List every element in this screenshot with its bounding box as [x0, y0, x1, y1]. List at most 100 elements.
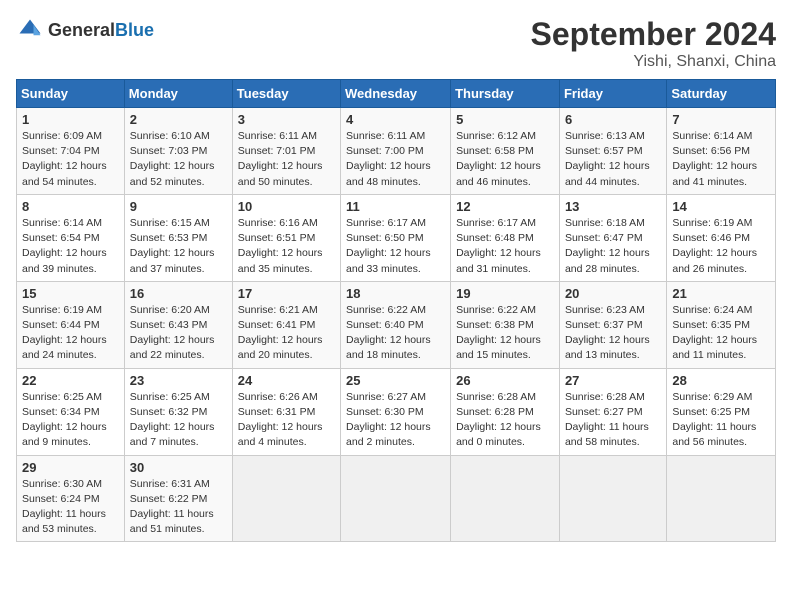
day-info: Sunrise: 6:15 AMSunset: 6:53 PMDaylight:… — [130, 216, 227, 277]
day-number: 28 — [672, 373, 770, 388]
calendar-day-cell: 18 Sunrise: 6:22 AMSunset: 6:40 PMDayligh… — [341, 281, 451, 368]
day-number: 5 — [456, 112, 554, 127]
calendar-day-cell: 24 Sunrise: 6:26 AMSunset: 6:31 PMDayligh… — [232, 368, 340, 455]
day-number: 3 — [238, 112, 335, 127]
day-info: Sunrise: 6:29 AMSunset: 6:25 PMDaylight:… — [672, 390, 770, 451]
day-info: Sunrise: 6:20 AMSunset: 6:43 PMDaylight:… — [130, 303, 227, 364]
day-number: 2 — [130, 112, 227, 127]
day-number: 8 — [22, 199, 119, 214]
day-info: Sunrise: 6:21 AMSunset: 6:41 PMDaylight:… — [238, 303, 335, 364]
day-info: Sunrise: 6:27 AMSunset: 6:30 PMDaylight:… — [346, 390, 445, 451]
calendar-day-cell: 25 Sunrise: 6:27 AMSunset: 6:30 PMDayligh… — [341, 368, 451, 455]
calendar-day-cell: 4Sunrise: 6:11 AMSunset: 7:00 PMDaylight… — [341, 108, 451, 195]
day-info: Sunrise: 6:18 AMSunset: 6:47 PMDaylight:… — [565, 216, 661, 277]
day-number: 13 — [565, 199, 661, 214]
calendar-day-cell — [667, 455, 776, 542]
weekday-header: Tuesday — [232, 80, 340, 108]
calendar-day-cell: 23 Sunrise: 6:25 AMSunset: 6:32 PMDayligh… — [124, 368, 232, 455]
day-info: Sunrise: 6:14 AMSunset: 6:54 PMDaylight:… — [22, 216, 119, 277]
calendar-day-cell: 15 Sunrise: 6:19 AMSunset: 6:44 PMDayligh… — [17, 281, 125, 368]
weekday-header: Sunday — [17, 80, 125, 108]
day-number: 17 — [238, 286, 335, 301]
day-info: Sunrise: 6:31 AMSunset: 6:22 PMDaylight:… — [130, 477, 227, 538]
day-info: Sunrise: 6:19 AMSunset: 6:44 PMDaylight:… — [22, 303, 119, 364]
day-number: 9 — [130, 199, 227, 214]
calendar-day-cell: 2 Sunrise: 6:10 AMSunset: 7:03 PMDaylight… — [124, 108, 232, 195]
calendar-table: SundayMondayTuesdayWednesdayThursdayFrid… — [16, 79, 776, 542]
day-info: Sunrise: 6:17 AMSunset: 6:48 PMDaylight:… — [456, 216, 554, 277]
weekday-header: Friday — [559, 80, 666, 108]
day-number: 16 — [130, 286, 227, 301]
day-number: 7 — [672, 112, 770, 127]
day-number: 20 — [565, 286, 661, 301]
day-number: 15 — [22, 286, 119, 301]
calendar-day-cell: 10 Sunrise: 6:16 AMSunset: 6:51 PMDayligh… — [232, 194, 340, 281]
day-info: Sunrise: 6:17 AMSunset: 6:50 PMDaylight:… — [346, 216, 445, 277]
day-number: 19 — [456, 286, 554, 301]
day-info: Sunrise: 6:22 AMSunset: 6:40 PMDaylight:… — [346, 303, 445, 364]
day-info: Sunrise: 6:19 AMSunset: 6:46 PMDaylight:… — [672, 216, 770, 277]
weekday-header: Thursday — [451, 80, 560, 108]
day-number: 21 — [672, 286, 770, 301]
day-info: Sunrise: 6:24 AMSunset: 6:35 PMDaylight:… — [672, 303, 770, 364]
calendar-day-cell: 16 Sunrise: 6:20 AMSunset: 6:43 PMDayligh… — [124, 281, 232, 368]
calendar-day-cell: 1Sunrise: 6:09 AMSunset: 7:04 PMDaylight… — [17, 108, 125, 195]
calendar-week-row: 22 Sunrise: 6:25 AMSunset: 6:34 PMDayligh… — [17, 368, 776, 455]
day-number: 23 — [130, 373, 227, 388]
calendar-day-cell: 30 Sunrise: 6:31 AMSunset: 6:22 PMDayligh… — [124, 455, 232, 542]
calendar-day-cell: 9 Sunrise: 6:15 AMSunset: 6:53 PMDaylight… — [124, 194, 232, 281]
day-info: Sunrise: 6:25 AMSunset: 6:32 PMDaylight:… — [130, 390, 227, 451]
calendar-day-cell: 8 Sunrise: 6:14 AMSunset: 6:54 PMDaylight… — [17, 194, 125, 281]
day-number: 30 — [130, 460, 227, 475]
logo: GeneralBlue — [16, 16, 154, 44]
day-info: Sunrise: 6:12 AMSunset: 6:58 PMDaylight:… — [456, 129, 554, 190]
day-number: 27 — [565, 373, 661, 388]
day-info: Sunrise: 6:16 AMSunset: 6:51 PMDaylight:… — [238, 216, 335, 277]
calendar-day-cell: 28 Sunrise: 6:29 AMSunset: 6:25 PMDayligh… — [667, 368, 776, 455]
day-info: Sunrise: 6:23 AMSunset: 6:37 PMDaylight:… — [565, 303, 661, 364]
title-block: September 2024 Yishi, Shanxi, China — [531, 16, 776, 71]
calendar-week-row: 8 Sunrise: 6:14 AMSunset: 6:54 PMDaylight… — [17, 194, 776, 281]
day-number: 12 — [456, 199, 554, 214]
calendar-day-cell: 11 Sunrise: 6:17 AMSunset: 6:50 PMDayligh… — [341, 194, 451, 281]
location-title: Yishi, Shanxi, China — [531, 53, 776, 71]
calendar-day-cell: 6Sunrise: 6:13 AMSunset: 6:57 PMDaylight… — [559, 108, 666, 195]
day-info: Sunrise: 6:28 AMSunset: 6:28 PMDaylight:… — [456, 390, 554, 451]
day-info: Sunrise: 6:22 AMSunset: 6:38 PMDaylight:… — [456, 303, 554, 364]
month-title: September 2024 — [531, 16, 776, 53]
calendar-day-cell: 13 Sunrise: 6:18 AMSunset: 6:47 PMDayligh… — [559, 194, 666, 281]
day-number: 24 — [238, 373, 335, 388]
calendar-day-cell: 3 Sunrise: 6:11 AMSunset: 7:01 PMDaylight… — [232, 108, 340, 195]
day-info: Sunrise: 6:11 AMSunset: 7:01 PMDaylight:… — [238, 129, 335, 190]
day-number: 25 — [346, 373, 445, 388]
calendar-week-row: 15 Sunrise: 6:19 AMSunset: 6:44 PMDayligh… — [17, 281, 776, 368]
calendar-day-cell: 14 Sunrise: 6:19 AMSunset: 6:46 PMDayligh… — [667, 194, 776, 281]
day-info: Sunrise: 6:25 AMSunset: 6:34 PMDaylight:… — [22, 390, 119, 451]
calendar-week-row: 1Sunrise: 6:09 AMSunset: 7:04 PMDaylight… — [17, 108, 776, 195]
day-number: 10 — [238, 199, 335, 214]
day-number: 18 — [346, 286, 445, 301]
calendar-day-cell — [232, 455, 340, 542]
day-info: Sunrise: 6:11 AMSunset: 7:00 PMDaylight:… — [346, 129, 445, 190]
calendar-day-cell: 29 Sunrise: 6:30 AMSunset: 6:24 PMDayligh… — [17, 455, 125, 542]
day-info: Sunrise: 6:14 AMSunset: 6:56 PMDaylight:… — [672, 129, 770, 190]
calendar-day-cell: 5 Sunrise: 6:12 AMSunset: 6:58 PMDaylight… — [451, 108, 560, 195]
calendar-day-cell: 19 Sunrise: 6:22 AMSunset: 6:38 PMDayligh… — [451, 281, 560, 368]
day-number: 22 — [22, 373, 119, 388]
calendar-day-cell — [559, 455, 666, 542]
weekday-header: Saturday — [667, 80, 776, 108]
logo-icon — [16, 16, 44, 44]
day-number: 29 — [22, 460, 119, 475]
day-info: Sunrise: 6:10 AMSunset: 7:03 PMDaylight:… — [130, 129, 227, 190]
calendar-day-cell: 12 Sunrise: 6:17 AMSunset: 6:48 PMDayligh… — [451, 194, 560, 281]
day-number: 14 — [672, 199, 770, 214]
day-info: Sunrise: 6:30 AMSunset: 6:24 PMDaylight:… — [22, 477, 119, 538]
day-number: 26 — [456, 373, 554, 388]
day-info: Sunrise: 6:26 AMSunset: 6:31 PMDaylight:… — [238, 390, 335, 451]
calendar-day-cell: 26 Sunrise: 6:28 AMSunset: 6:28 PMDayligh… — [451, 368, 560, 455]
day-number: 11 — [346, 199, 445, 214]
logo-blue-text: Blue — [115, 20, 154, 40]
day-number: 6 — [565, 112, 661, 127]
day-info: Sunrise: 6:09 AMSunset: 7:04 PMDaylight:… — [22, 129, 119, 190]
day-info: Sunrise: 6:28 AMSunset: 6:27 PMDaylight:… — [565, 390, 661, 451]
